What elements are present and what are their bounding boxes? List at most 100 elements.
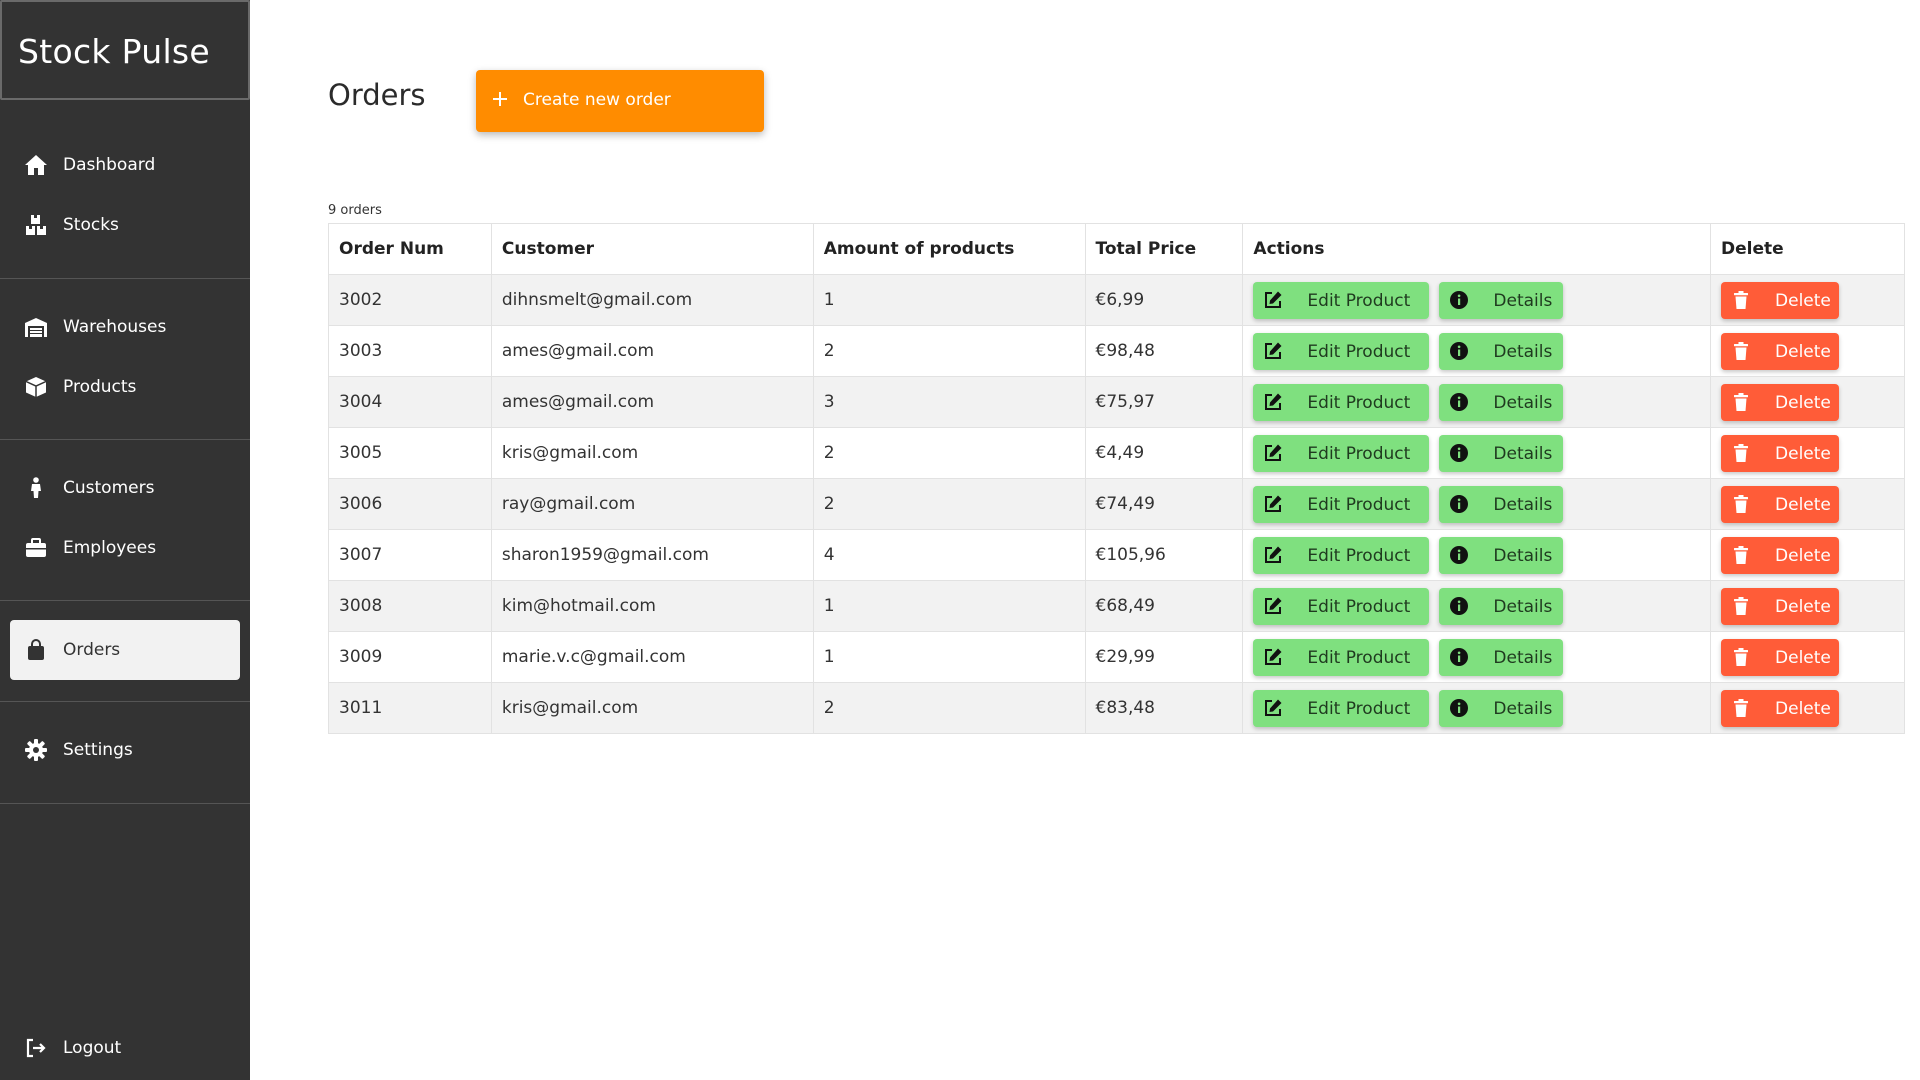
nav-settings-label: Settings [63,740,133,760]
amount-cell: 1 [812,580,1086,632]
details-label: Details [1493,596,1553,617]
edit-product-button[interactable]: Edit Product [1253,434,1430,472]
nav-products[interactable]: Products [10,357,240,417]
delete-label: Delete [1775,392,1831,413]
delete-cell: Delete [1710,274,1905,326]
edit-icon [1263,443,1283,463]
actions-cell: Edit Product Details [1242,631,1712,683]
info-icon [1449,392,1469,412]
details-button[interactable]: Details [1439,536,1564,574]
amount-cell: 2 [812,682,1086,734]
edit-product-label: Edit Product [1307,698,1411,719]
nav-dashboard-label: Dashboard [63,155,156,175]
order-num-cell: 3009 [328,631,492,683]
edit-icon [1263,545,1283,565]
details-button[interactable]: Details [1439,434,1564,472]
edit-product-label: Edit Product [1307,596,1411,617]
delete-button[interactable]: Delete [1721,689,1840,727]
details-button[interactable]: Details [1439,332,1564,370]
delete-button[interactable]: Delete [1721,434,1840,472]
orders-table: Order Num Customer Amount of products To… [328,223,1905,734]
edit-product-button[interactable]: Edit Product [1253,485,1430,523]
edit-icon [1263,290,1283,310]
warehouse-icon [24,315,48,339]
create-order-label: Create new order [523,90,671,110]
delete-button[interactable]: Delete [1721,536,1840,574]
actions-cell: Edit Product Details [1242,529,1712,581]
nav-customers[interactable]: Customers [10,458,240,518]
delete-button[interactable]: Delete [1721,281,1840,319]
gear-icon [24,738,48,762]
nav-employees[interactable]: Employees [10,518,240,578]
edit-icon [1263,647,1283,667]
total-price-cell: €98,48 [1084,325,1244,377]
delete-button[interactable]: Delete [1721,383,1840,421]
info-icon [1449,596,1469,616]
edit-product-button[interactable]: Edit Product [1253,383,1430,421]
details-button[interactable]: Details [1439,485,1564,523]
details-button[interactable]: Details [1439,281,1564,319]
amount-cell: 2 [812,427,1086,479]
nav-settings[interactable]: Settings [10,720,240,780]
create-order-button[interactable]: Create new order [476,70,764,132]
nav-warehouses[interactable]: Warehouses [10,297,240,357]
total-price-cell: €83,48 [1084,682,1244,734]
box-icon [24,375,48,399]
edit-product-button[interactable]: Edit Product [1253,332,1430,370]
info-icon [1449,647,1469,667]
boxes-icon [24,213,48,237]
details-button[interactable]: Details [1439,689,1564,727]
amount-cell: 4 [812,529,1086,581]
app-title: Stock Pulse [18,32,211,71]
brand[interactable]: Stock Pulse [0,0,250,100]
table-header-row: Order Num Customer Amount of products To… [328,223,1905,275]
delete-button[interactable]: Delete [1721,485,1840,523]
edit-product-button[interactable]: Edit Product [1253,689,1430,727]
edit-product-button[interactable]: Edit Product [1253,536,1430,574]
details-label: Details [1493,341,1553,362]
nav-logout[interactable]: Logout [10,1018,240,1078]
customer-cell: dihnsmelt@gmail.com [490,274,814,326]
customer-cell: kim@hotmail.com [490,580,814,632]
delete-cell: Delete [1710,529,1905,581]
table-row: 3007 sharon1959@gmail.com 4 €105,96 Edit Pro… [328,529,1905,581]
delete-cell: Delete [1710,376,1905,428]
table-row: 3008 kim@hotmail.com 1 €68,49 Edit Product De… [328,580,1905,632]
order-num-cell: 3003 [328,325,492,377]
delete-button[interactable]: Delete [1721,332,1840,370]
amount-cell: 2 [812,478,1086,530]
delete-label: Delete [1775,647,1831,668]
trash-icon [1731,596,1751,616]
details-button[interactable]: Details [1439,638,1564,676]
table-row: 3009 marie.v.c@gmail.com 1 €29,99 Edit Produ… [328,631,1905,683]
nav-divider [0,439,250,440]
delete-button[interactable]: Delete [1721,587,1840,625]
edit-product-button[interactable]: Edit Product [1253,638,1430,676]
total-price-cell: €74,49 [1084,478,1244,530]
delete-button[interactable]: Delete [1721,638,1840,676]
delete-cell: Delete [1710,427,1905,479]
details-label: Details [1493,392,1553,413]
details-label: Details [1493,647,1553,668]
details-button[interactable]: Details [1439,587,1564,625]
details-button[interactable]: Details [1439,383,1564,421]
nav-stocks[interactable]: Stocks [10,195,240,255]
edit-product-label: Edit Product [1307,341,1411,362]
edit-product-button[interactable]: Edit Product [1253,587,1430,625]
delete-label: Delete [1775,545,1831,566]
delete-label: Delete [1775,494,1831,515]
total-price-cell: €75,97 [1084,376,1244,428]
nav-orders[interactable]: Orders [10,620,240,680]
delete-label: Delete [1775,341,1831,362]
actions-cell: Edit Product Details [1242,682,1712,734]
nav-divider [0,600,250,601]
trash-icon [1731,545,1751,565]
trash-icon [1731,494,1751,514]
edit-product-label: Edit Product [1307,545,1411,566]
nav-divider [0,803,250,804]
edit-product-button[interactable]: Edit Product [1253,281,1430,319]
details-label: Details [1493,443,1553,464]
nav-dashboard[interactable]: Dashboard [10,135,240,195]
header-actions: Actions [1242,223,1712,275]
customer-cell: ames@gmail.com [490,376,814,428]
